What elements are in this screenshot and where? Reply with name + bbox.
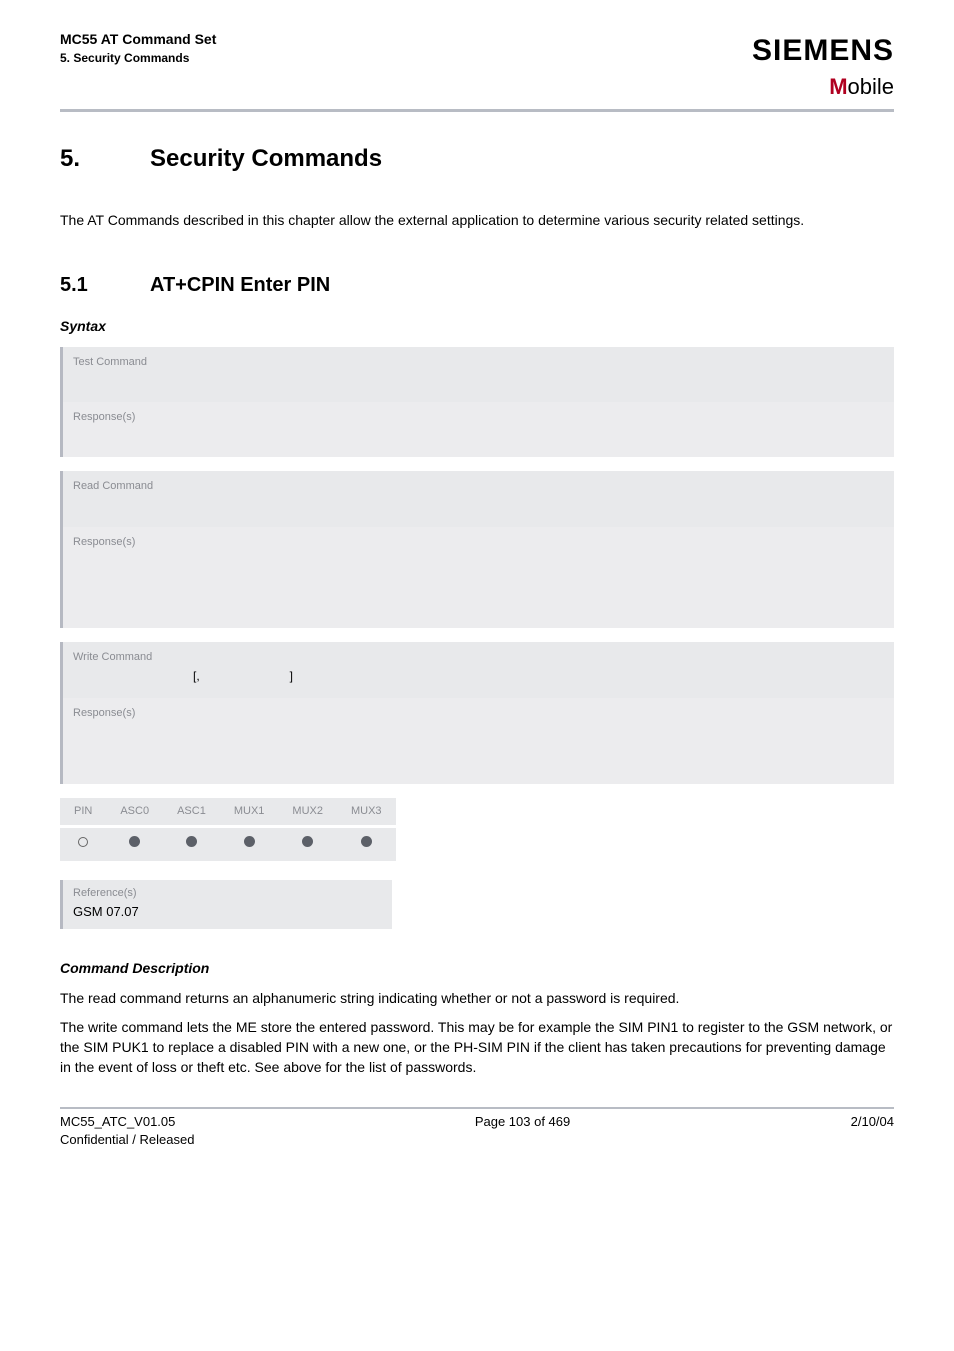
write-bracket-close: ]: [290, 669, 293, 683]
write-bracket-open: [,: [193, 669, 200, 683]
applies-col-mux3: MUX3: [337, 798, 396, 827]
footer-divider: [60, 1107, 894, 1109]
footer-doc-id: MC55_ATC_V01.05: [60, 1113, 194, 1131]
circle-fill-icon: [129, 836, 140, 847]
write-command-label: Write Command: [73, 650, 884, 665]
test-response-label: Response(s): [73, 410, 884, 425]
read-command-block: Read Command: [60, 471, 894, 526]
test-response-content: [73, 425, 884, 449]
brand-sub-m: M: [829, 74, 847, 99]
read-command-label: Read Command: [73, 479, 884, 494]
applies-cell-asc1: [163, 827, 220, 862]
section-title-text: AT+CPIN Enter PIN: [150, 274, 330, 296]
section-title: 5.1AT+CPIN Enter PIN: [60, 271, 894, 299]
applies-cell-asc0: [106, 827, 163, 862]
applies-cell-mux3: [337, 827, 396, 862]
header-divider: [60, 109, 894, 112]
read-command-group: Read Command Response(s): [60, 471, 894, 628]
command-description-p1: The read command returns an alphanumeric…: [60, 989, 894, 1009]
chapter-intro: The AT Commands described in this chapte…: [60, 211, 894, 231]
brand-sub-rest: obile: [848, 74, 894, 99]
write-response-content: [73, 721, 884, 776]
circle-fill-icon: [244, 836, 255, 847]
footer-page: Page 103 of 469: [475, 1113, 570, 1149]
applies-col-asc0: ASC0: [106, 798, 163, 827]
test-command-label: Test Command: [73, 355, 884, 370]
applies-col-mux2: MUX2: [278, 798, 337, 827]
read-response-label: Response(s): [73, 535, 884, 550]
header-right: SIEMENS Mobile: [752, 30, 894, 103]
chapter-title: 5.Security Commands: [60, 142, 894, 176]
reference-label: Reference(s): [73, 886, 382, 901]
test-command-content: [73, 370, 884, 394]
brand-logo: SIEMENS: [752, 30, 894, 72]
reference-value: GSM 07.07: [73, 903, 382, 921]
footer-left: MC55_ATC_V01.05 Confidential / Released: [60, 1113, 194, 1149]
applies-cell-pin: [60, 827, 106, 862]
reference-block: Reference(s) GSM 07.07: [60, 880, 392, 930]
read-response-block: Response(s): [60, 527, 894, 628]
header-left: MC55 AT Command Set 5. Security Commands: [60, 30, 216, 66]
write-response-block: Response(s): [60, 698, 894, 784]
footer-date: 2/10/04: [851, 1113, 894, 1149]
footer-confidential: Confidential / Released: [60, 1131, 194, 1149]
applies-col-asc1: ASC1: [163, 798, 220, 827]
read-response-content: [73, 550, 884, 620]
applies-col-pin: PIN: [60, 798, 106, 827]
read-command-content: [73, 495, 884, 519]
applies-table: PIN ASC0 ASC1 MUX1 MUX2 MUX3: [60, 798, 396, 864]
write-command-content: [,]: [73, 666, 884, 690]
test-command-block: Test Command: [60, 347, 894, 402]
write-response-label: Response(s): [73, 706, 884, 721]
syntax-label: Syntax: [60, 317, 894, 337]
command-description-label: Command Description: [60, 959, 894, 979]
applies-col-mux1: MUX1: [220, 798, 279, 827]
test-command-group: Test Command Response(s): [60, 347, 894, 458]
circle-fill-icon: [361, 836, 372, 847]
page-footer: MC55_ATC_V01.05 Confidential / Released …: [60, 1113, 894, 1149]
applies-header-row: PIN ASC0 ASC1 MUX1 MUX2 MUX3: [60, 798, 396, 827]
breadcrumb: 5. Security Commands: [60, 50, 216, 67]
write-command-block: Write Command [,]: [60, 642, 894, 697]
doc-title: MC55 AT Command Set: [60, 30, 216, 50]
chapter-title-text: Security Commands: [150, 145, 382, 172]
circle-open-icon: [78, 837, 88, 847]
circle-fill-icon: [186, 836, 197, 847]
circle-fill-icon: [302, 836, 313, 847]
applies-value-row: [60, 827, 396, 862]
applies-cell-mux1: [220, 827, 279, 862]
test-response-block: Response(s): [60, 402, 894, 457]
applies-cell-mux2: [278, 827, 337, 862]
chapter-number: 5.: [60, 142, 150, 176]
brand-sub: Mobile: [752, 72, 894, 103]
write-command-group: Write Command [,] Response(s): [60, 642, 894, 784]
section-number: 5.1: [60, 271, 150, 299]
command-description-p2: The write command lets the ME store the …: [60, 1018, 894, 1077]
page-header: MC55 AT Command Set 5. Security Commands…: [60, 30, 894, 103]
